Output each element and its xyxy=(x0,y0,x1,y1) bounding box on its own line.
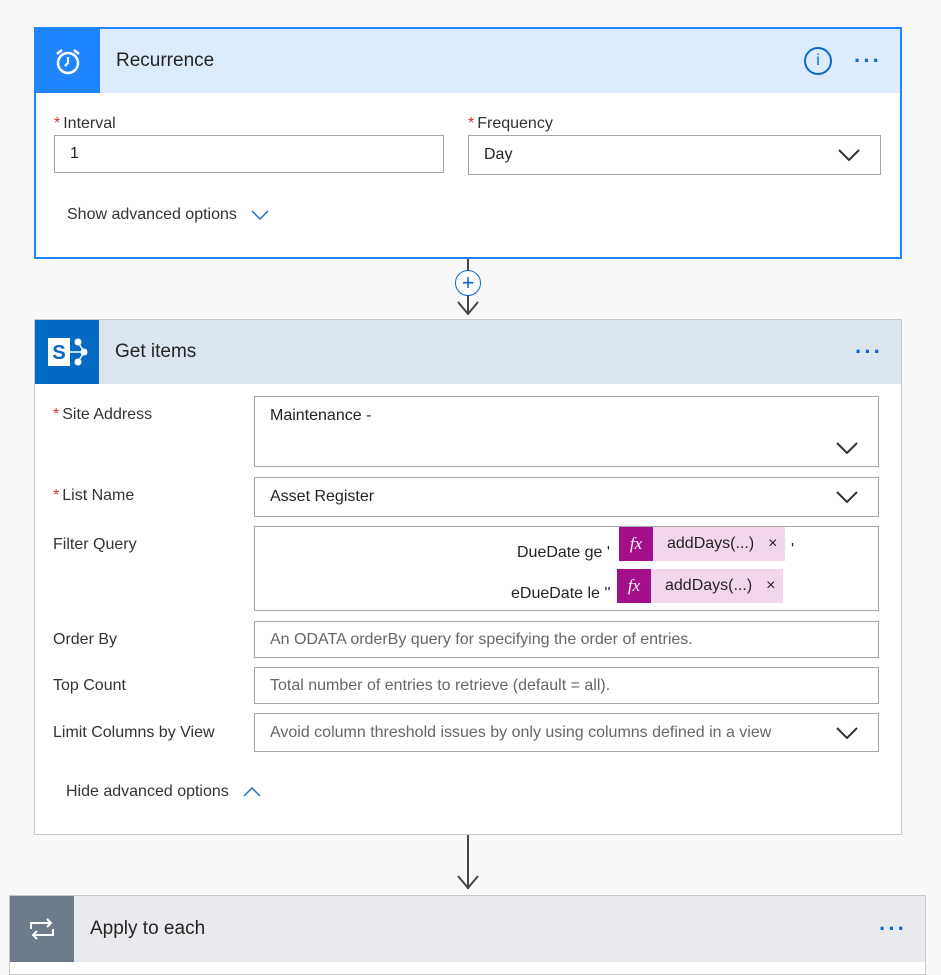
get-items-header[interactable]: S Get items ··· xyxy=(35,320,901,384)
recurrence-header[interactable]: Recurrence i ··· xyxy=(36,29,900,93)
apply-to-each-card[interactable]: Apply to each ··· xyxy=(9,895,926,975)
chevron-down-icon xyxy=(251,210,269,220)
more-options-icon[interactable]: ··· xyxy=(854,48,882,74)
interval-label: * Interval xyxy=(54,115,116,132)
loop-icon xyxy=(10,896,74,962)
show-advanced-options[interactable]: Show advanced options xyxy=(67,206,269,224)
arrow-down-icon xyxy=(457,875,479,890)
remove-token-icon[interactable]: × xyxy=(760,535,785,553)
sharepoint-icon: S xyxy=(35,320,99,384)
site-address-dropdown[interactable]: Maintenance - xyxy=(254,396,879,467)
order-by-input[interactable]: An ODATA orderBy query for specifying th… xyxy=(254,621,879,658)
alarm-clock-icon xyxy=(36,29,100,93)
get-items-card[interactable]: S Get items ··· * Site Address Maintenanc… xyxy=(34,319,902,835)
expression-token[interactable]: fx addDays(...) × xyxy=(619,527,786,561)
more-options-icon[interactable]: ··· xyxy=(879,916,907,942)
expression-token[interactable]: fx addDays(...) × xyxy=(617,569,784,603)
chevron-down-icon[interactable] xyxy=(816,478,878,516)
top-count-input[interactable]: Total number of entries to retrieve (def… xyxy=(254,667,879,704)
apply-to-each-header[interactable]: Apply to each ··· xyxy=(10,896,925,962)
chevron-down-icon[interactable] xyxy=(818,136,880,174)
site-address-label: * Site Address xyxy=(53,406,153,423)
top-count-label: Top Count xyxy=(53,677,126,694)
fx-icon: fx xyxy=(617,569,651,603)
order-by-label: Order By xyxy=(53,631,118,648)
fx-icon: fx xyxy=(619,527,653,561)
filter-query-label: Filter Query xyxy=(53,536,137,553)
chevron-up-icon xyxy=(243,787,261,797)
arrow-down-icon xyxy=(457,301,479,316)
remove-token-icon[interactable]: × xyxy=(758,577,783,595)
list-name-dropdown[interactable]: Asset Register xyxy=(254,477,879,517)
get-items-title: Get items xyxy=(115,341,197,362)
filter-text-trail: ' xyxy=(791,541,795,558)
frequency-label: * Frequency xyxy=(468,115,553,132)
list-name-label: * List Name xyxy=(53,487,135,504)
chevron-down-icon[interactable] xyxy=(816,714,878,751)
filter-query-input[interactable]: DueDate ge ' fx addDays(...) × ' eDueDate … xyxy=(254,526,879,611)
svg-text:S: S xyxy=(52,342,65,364)
more-options-icon[interactable]: ··· xyxy=(855,339,883,365)
filter-text-line2: eDueDate le '' xyxy=(511,585,611,602)
recurrence-card[interactable]: Recurrence i ··· * Interval 1 * Frequency … xyxy=(34,27,902,259)
chevron-down-icon[interactable] xyxy=(816,397,878,466)
limit-columns-label: Limit Columns by View xyxy=(53,724,215,741)
recurrence-title: Recurrence xyxy=(116,50,215,71)
info-icon[interactable]: i xyxy=(804,47,833,75)
interval-input[interactable]: 1 xyxy=(54,135,444,173)
add-step-icon[interactable]: + xyxy=(455,270,481,296)
frequency-dropdown[interactable]: Day xyxy=(468,135,881,175)
filter-text-line1: DueDate ge ' xyxy=(517,544,610,561)
apply-to-each-title: Apply to each xyxy=(90,918,206,939)
hide-advanced-options[interactable]: Hide advanced options xyxy=(66,783,261,801)
limit-columns-dropdown[interactable]: Avoid column threshold issues by only us… xyxy=(254,713,879,752)
